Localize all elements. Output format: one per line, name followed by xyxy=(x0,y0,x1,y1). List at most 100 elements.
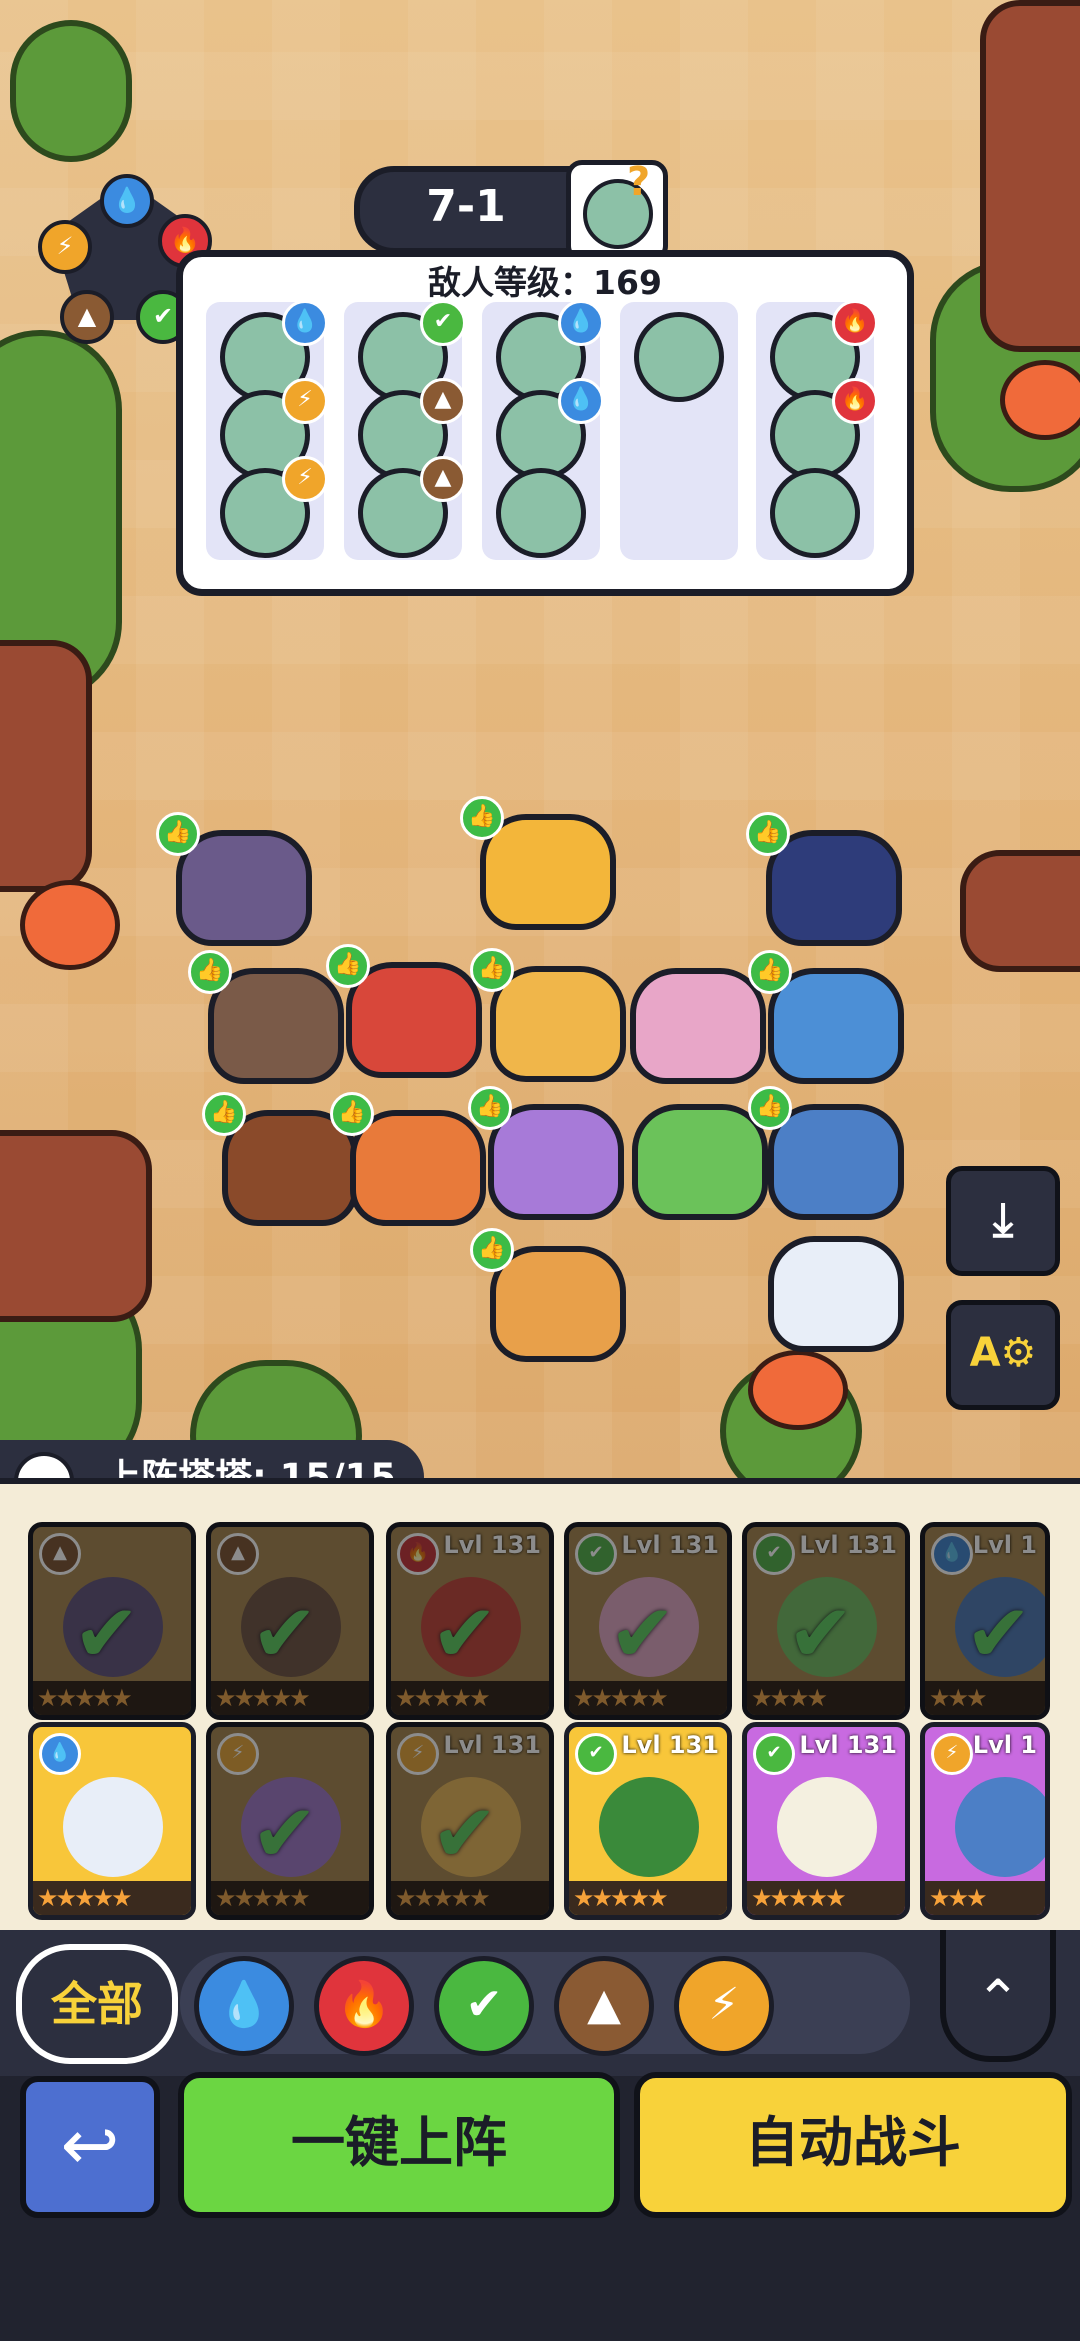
enemy-level-text: 敌人等级：169 xyxy=(428,263,662,302)
water-element-icon: 💧 xyxy=(39,1733,81,1775)
flower-decoration xyxy=(748,1350,848,1430)
advantage-thumb-icon: 👍 xyxy=(748,1086,792,1130)
hero-card[interactable]: ⚡ Lvl 1 ★★★ xyxy=(920,1722,1050,1920)
rock-decoration xyxy=(0,640,92,892)
deployed-hero[interactable] xyxy=(768,1104,904,1220)
card-level: Lvl 131 xyxy=(443,1731,541,1759)
deployed-hero[interactable] xyxy=(208,968,344,1084)
deployed-hero[interactable] xyxy=(346,962,482,1078)
advantage-thumb-icon: 👍 xyxy=(748,950,792,994)
deployed-hero[interactable] xyxy=(350,1110,486,1226)
deployed-hero[interactable] xyxy=(176,830,312,946)
deployed-hero[interactable] xyxy=(632,1104,768,1220)
back-button[interactable]: ↩ xyxy=(20,2076,160,2218)
auto-battle-button[interactable]: 自动战斗 xyxy=(634,2072,1072,2218)
thunder-element-icon: ⚡ xyxy=(38,220,92,274)
hero-card[interactable]: 💧 ★★★★★ xyxy=(28,1722,196,1920)
card-level: Lvl 1 xyxy=(972,1731,1037,1759)
earth-badge-icon: ▲ xyxy=(420,378,466,424)
hero-portrait xyxy=(63,1777,163,1877)
star-rating: ★★★ xyxy=(929,1884,988,1912)
advantage-thumb-icon: 👍 xyxy=(188,950,232,994)
rock-decoration xyxy=(0,1130,152,1322)
deployed-hero[interactable] xyxy=(490,966,626,1082)
leaf-element-icon: ✔ xyxy=(575,1733,617,1775)
stage-label: 7-1 xyxy=(426,181,506,232)
hero-portrait xyxy=(955,1777,1045,1877)
filter-water-button[interactable]: 💧 xyxy=(194,1956,294,2056)
rock-decoration xyxy=(980,0,1080,352)
deployed-check-icon: ✔ xyxy=(251,1787,319,1880)
card-level: Lvl 131 xyxy=(799,1531,897,1559)
hero-card[interactable]: ✔ Lvl 131 ★★★★★ xyxy=(742,1722,910,1920)
earth-element-icon: ▲ xyxy=(60,290,114,344)
advantage-thumb-icon: 👍 xyxy=(330,1092,374,1136)
water-element-icon: 💧 xyxy=(931,1533,973,1575)
thunder-element-icon: ⚡ xyxy=(397,1733,439,1775)
star-rating: ★★★★★ xyxy=(37,1884,133,1912)
advantage-thumb-icon: 👍 xyxy=(468,1086,512,1130)
deployed-hero[interactable] xyxy=(490,1246,626,1362)
leaf-element-icon: ✔ xyxy=(753,1533,795,1575)
card-level: Lvl 131 xyxy=(621,1731,719,1759)
deployed-check-icon: ✔ xyxy=(609,1587,677,1680)
filter-fire-button[interactable]: 🔥 xyxy=(314,1956,414,2056)
card-level: Lvl 131 xyxy=(621,1531,719,1559)
earth-element-icon: ▲ xyxy=(217,1533,259,1575)
filter-thunder-button[interactable]: ⚡ xyxy=(674,1956,774,2056)
fire-badge-icon: 🔥 xyxy=(832,378,878,424)
hero-card[interactable]: 🔥 Lvl 131 ★★★★★ ✔ xyxy=(386,1522,554,1720)
stage-enemy-info-icon[interactable]: ? xyxy=(566,159,668,262)
hero-card[interactable]: 💧 Lvl 1 ★★★ ✔ xyxy=(920,1522,1050,1720)
leaf-badge-icon: ✔ xyxy=(420,300,466,346)
card-level: Lvl 131 xyxy=(799,1731,897,1759)
star-rating: ★★★ xyxy=(929,1684,988,1712)
deployed-hero[interactable] xyxy=(488,1104,624,1220)
star-rating: ★★★★ xyxy=(751,1684,828,1712)
thunder-badge-icon: ⚡ xyxy=(282,378,328,424)
deployed-hero[interactable] xyxy=(766,830,902,946)
expand-tray-button[interactable]: ⌃ xyxy=(940,1930,1056,2062)
deployed-check-icon: ✔ xyxy=(431,1587,499,1680)
thunder-badge-icon: ⚡ xyxy=(282,456,328,502)
hero-card[interactable]: ⚡ ★★★★★ ✔ xyxy=(206,1722,374,1920)
star-rating: ★★★★★ xyxy=(395,1884,491,1912)
rock-decoration xyxy=(960,850,1080,972)
hero-card[interactable]: ✔ Lvl 131 ★★★★ ✔ xyxy=(742,1522,910,1720)
card-level: Lvl 1 xyxy=(972,1531,1037,1559)
hero-card[interactable]: ▲ ★★★★★ ✔ xyxy=(28,1522,196,1720)
deployed-check-icon: ✔ xyxy=(251,1587,319,1680)
advantage-thumb-icon: 👍 xyxy=(156,812,200,856)
deployed-check-icon: ✔ xyxy=(787,1587,855,1680)
water-badge-icon: 💧 xyxy=(558,378,604,424)
deployed-hero[interactable] xyxy=(630,968,766,1084)
advantage-thumb-icon: 👍 xyxy=(746,812,790,856)
thunder-element-icon: ⚡ xyxy=(931,1733,973,1775)
one-click-deploy-button[interactable]: 一键上阵 xyxy=(178,2072,620,2218)
star-rating: ★★★★★ xyxy=(215,1884,311,1912)
filter-leaf-button[interactable]: ✔ xyxy=(434,1956,534,2056)
filter-all-button[interactable]: 全部 xyxy=(16,1944,178,2064)
water-badge-icon: 💧 xyxy=(282,300,328,346)
advantage-thumb-icon: 👍 xyxy=(202,1092,246,1136)
hero-card[interactable]: ▲ ★★★★★ ✔ xyxy=(206,1522,374,1720)
hero-card[interactable]: ✔ Lvl 131 ★★★★★ xyxy=(564,1722,732,1920)
download-button[interactable]: ⤓ xyxy=(946,1166,1060,1276)
deployed-hero[interactable] xyxy=(480,814,616,930)
water-badge-icon: 💧 xyxy=(558,300,604,346)
earth-element-icon: ▲ xyxy=(39,1533,81,1575)
cactus-decoration xyxy=(10,20,132,162)
deployed-hero[interactable] xyxy=(768,968,904,1084)
advantage-thumb-icon: 👍 xyxy=(470,948,514,992)
hero-card[interactable]: ✔ Lvl 131 ★★★★★ ✔ xyxy=(564,1522,732,1720)
advantage-thumb-icon: 👍 xyxy=(470,1228,514,1272)
deployed-hero[interactable] xyxy=(768,1236,904,1352)
filter-earth-button[interactable]: ▲ xyxy=(554,1956,654,2056)
star-rating: ★★★★★ xyxy=(395,1684,491,1712)
deployed-check-icon: ✔ xyxy=(431,1787,499,1880)
hero-card[interactable]: ⚡ Lvl 131 ★★★★★ ✔ xyxy=(386,1722,554,1920)
star-rating: ★★★★★ xyxy=(573,1684,669,1712)
star-rating: ★★★★★ xyxy=(215,1684,311,1712)
fire-badge-icon: 🔥 xyxy=(832,300,878,346)
auto-settings-button[interactable]: A⚙ xyxy=(946,1300,1060,1410)
